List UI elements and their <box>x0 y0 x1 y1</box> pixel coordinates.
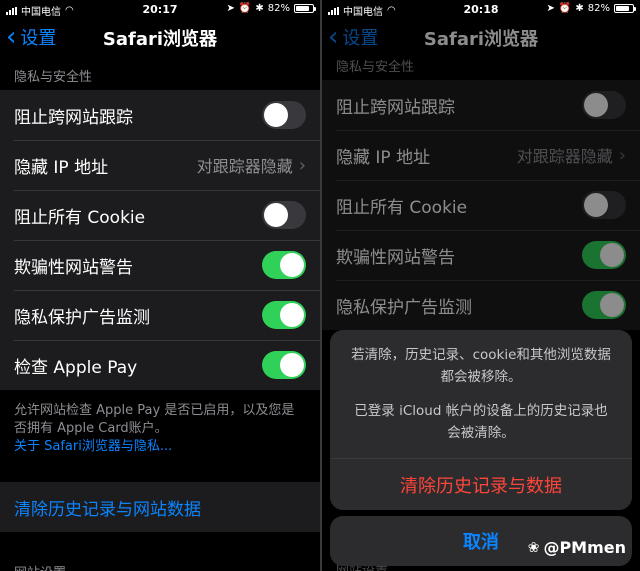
row-label: 阻止所有 Cookie <box>14 207 146 228</box>
row-fraudulent-website-warning: 欺骗性网站警告 <box>0 240 320 290</box>
ad-measurement-toggle[interactable] <box>262 301 306 329</box>
message-line-1: 若清除，历史记录、cookie和其他浏览数据都会被移除。 <box>351 347 611 385</box>
battery-percent: 82% <box>267 3 290 14</box>
row-value: 对跟踪器隐藏 <box>196 157 293 176</box>
row-label: 隐藏 IP 地址 <box>14 157 109 178</box>
watermark: ❀ @PMmen <box>528 538 626 557</box>
battery-icon <box>294 4 316 13</box>
battery-icon <box>614 4 636 13</box>
row-label: 阻止跨网站跟踪 <box>14 107 133 128</box>
location-icon: ➤ <box>546 3 555 14</box>
row-check-apple-pay: 检查 Apple Pay <box>0 340 320 390</box>
row-label: 欺骗性网站警告 <box>14 257 133 278</box>
clear-history-confirm-button[interactable]: 清除历史记录与数据 <box>330 458 632 510</box>
row-privacy-ad-measurement: 隐私保护广告监测 <box>0 290 320 340</box>
fraud-warning-toggle[interactable] <box>262 251 306 279</box>
apple-pay-toggle[interactable] <box>262 351 306 379</box>
row-hide-ip-address[interactable]: 隐藏 IP 地址 对跟踪器隐藏 › <box>0 140 320 190</box>
navigation-bar: ‹ 设置 Safari浏览器 <box>0 18 320 54</box>
block-cookies-toggle[interactable] <box>262 201 306 229</box>
chevron-right-icon: › <box>298 154 306 176</box>
privacy-link[interactable]: 关于 Safari浏览器与隐私... <box>14 438 306 456</box>
footnote-text: 允许网站检查 Apple Pay 是否已启用，以及您是否拥有 Apple Car… <box>14 403 295 436</box>
battery-percent: 82% <box>587 3 610 14</box>
prevent-tracking-toggle[interactable] <box>262 101 306 129</box>
row-label: 检查 Apple Pay <box>14 357 138 378</box>
bluetooth-icon: ✱ <box>255 3 264 14</box>
row-label: 隐私保护广告监测 <box>14 307 150 328</box>
location-icon: ➤ <box>226 3 235 14</box>
row-prevent-cross-site-tracking: 阻止跨网站跟踪 <box>0 90 320 140</box>
message-line-2: 已登录 iCloud 帐户的设备上的历史记录也会被清除。 <box>354 403 608 441</box>
status-bar: 中国电信 ◠ 20:17 ➤ ⏰ ✱ 82% <box>0 0 320 18</box>
section-header-privacy: 隐私与安全性 <box>14 70 93 85</box>
bluetooth-icon: ✱ <box>575 3 584 14</box>
status-bar: 中国电信 ◠ 20:18 ➤ ⏰ ✱ 82% <box>322 0 640 18</box>
action-sheet: 若清除，历史记录、cookie和其他浏览数据都会被移除。 已登录 iCloud … <box>330 330 632 510</box>
alarm-icon: ⏰ <box>558 3 572 14</box>
action-sheet-message: 若清除，历史记录、cookie和其他浏览数据都会被移除。 已登录 iCloud … <box>330 330 632 456</box>
right-screen: 中国电信 ◠ 20:18 ➤ ⏰ ✱ 82% ‹ 设置 Safari浏览器 隐私… <box>322 0 640 571</box>
row-block-all-cookies: 阻止所有 Cookie <box>0 190 320 240</box>
watermark-text: @PMmen <box>543 538 626 557</box>
clear-history-button[interactable]: 清除历史记录与网站数据 <box>0 482 320 532</box>
clear-data-group: 清除历史记录与网站数据 <box>0 482 320 532</box>
privacy-settings-group: 阻止跨网站跟踪 隐藏 IP 地址 对跟踪器隐藏 › 阻止所有 Cookie 欺骗… <box>0 90 320 390</box>
alarm-icon: ⏰ <box>238 3 252 14</box>
paw-icon: ❀ <box>527 539 540 556</box>
apple-pay-footnote: 允许网站检查 Apple Pay 是否已启用，以及您是否拥有 Apple Car… <box>14 402 306 456</box>
page-title: Safari浏览器 <box>102 29 218 50</box>
section-header-website-settings: 网站设置 <box>14 562 66 571</box>
clear-history-label: 清除历史记录与网站数据 <box>14 499 201 520</box>
left-screen: 中国电信 ◠ 20:17 ➤ ⏰ ✱ 82% ‹ 设置 Safari浏览器 隐私… <box>0 0 320 571</box>
